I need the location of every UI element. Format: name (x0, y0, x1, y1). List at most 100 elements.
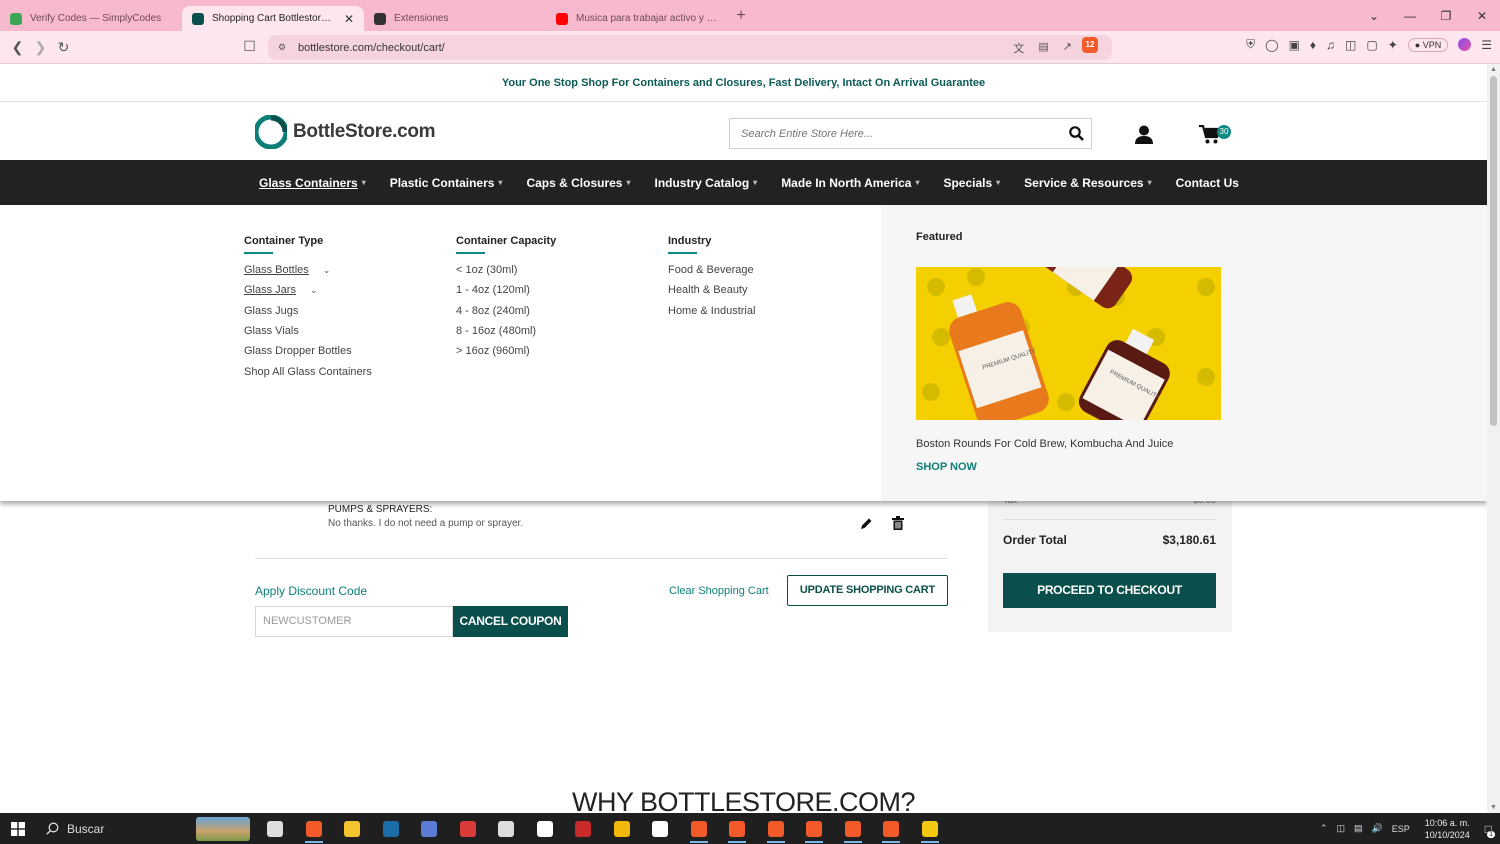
site-search[interactable] (729, 118, 1092, 149)
browser-tab[interactable]: Extensiones (364, 6, 546, 31)
search-icon[interactable] (1061, 126, 1091, 141)
site-logo[interactable]: BottleStore.com (253, 114, 436, 150)
brave-6-taskbar-icon[interactable] (834, 813, 873, 844)
mega-menu-link[interactable]: Health & Beauty (668, 280, 755, 300)
file-2-taskbar-icon[interactable] (641, 813, 680, 844)
menu-icon[interactable]: ☰ (1481, 38, 1492, 52)
mega-menu-link[interactable]: 1 - 4oz (120ml) (456, 280, 556, 300)
clock[interactable]: 10:06 a. m. 10/10/2024 (1425, 817, 1470, 841)
app-red-taskbar-icon[interactable] (564, 813, 603, 844)
network-icon[interactable]: ▤ (1354, 823, 1363, 834)
sidebar-icon[interactable]: ◫ (1345, 38, 1356, 52)
brave-3-taskbar-icon[interactable] (718, 813, 757, 844)
mega-menu-link[interactable]: Glass Jugs (244, 301, 372, 321)
browser-tab[interactable]: Verify Codes — SimplyCodes (0, 6, 182, 31)
tab-search-icon[interactable]: ⌄ (1356, 9, 1392, 23)
mega-menu-link[interactable]: Food & Beverage (668, 260, 755, 280)
mega-menu-link[interactable]: Home & Industrial (668, 301, 755, 321)
site-info-icon[interactable]: ⚙ (278, 42, 290, 53)
reload-icon[interactable]: ↻ (52, 39, 75, 56)
restore-button[interactable]: ❐ (1428, 9, 1464, 23)
brave-2-taskbar-icon[interactable] (680, 813, 719, 844)
reader-mode-icon[interactable]: ▤ (1038, 40, 1048, 56)
vpn-button[interactable]: ● VPN (1407, 37, 1449, 52)
music-icon[interactable]: ♫ (1326, 38, 1335, 52)
mega-menu-link[interactable]: 4 - 8oz (240ml) (456, 301, 556, 321)
translate-icon[interactable]: 文 (1013, 40, 1024, 56)
nav-item[interactable]: Made In North America ▾ (781, 176, 919, 190)
chevron-down-icon[interactable]: ⌄ (323, 260, 331, 280)
update-cart-button[interactable]: UPDATE SHOPPING CART (787, 575, 948, 606)
leo-ai-icon[interactable]: ✦ (1388, 38, 1398, 52)
brave-4-taskbar-icon[interactable] (757, 813, 796, 844)
puzzle-icon[interactable]: ♦ (1310, 38, 1316, 52)
task-view-taskbar-icon[interactable] (256, 813, 295, 844)
search-input[interactable] (741, 127, 1061, 140)
page-scrollbar[interactable]: ▲ ▼ (1487, 64, 1500, 813)
close-tab-icon[interactable]: ✕ (344, 12, 354, 26)
python-taskbar-icon[interactable] (911, 813, 950, 844)
browser-tab[interactable]: Shopping Cart Bottlestore.com ✕ (182, 6, 364, 31)
new-tab-button[interactable]: + (728, 7, 754, 25)
nav-item[interactable]: Service & Resources ▾ (1024, 176, 1151, 190)
mega-menu-link[interactable]: Glass Bottles ⌄ (244, 260, 372, 280)
mega-menu-link[interactable]: 8 - 16oz (480ml) (456, 321, 556, 341)
nav-item[interactable]: Contact Us (1176, 176, 1239, 190)
bookmark-icon[interactable]: ☐ (238, 38, 261, 55)
brave-5-taskbar-icon[interactable] (795, 813, 834, 844)
extension-circle-icon[interactable]: ◯ (1265, 38, 1278, 52)
steam-taskbar-icon[interactable] (372, 813, 411, 844)
proceed-to-checkout-button[interactable]: PROCEED TO CHECKOUT (1003, 573, 1216, 608)
volume-icon[interactable]: 🔊 (1371, 823, 1382, 834)
scroll-down-icon[interactable]: ▼ (1487, 804, 1500, 811)
close-window-button[interactable]: ✕ (1464, 9, 1500, 23)
scrollbar-thumb[interactable] (1490, 76, 1497, 426)
delete-item-icon[interactable] (892, 516, 904, 535)
account-icon[interactable] (1134, 125, 1154, 149)
wallet-icon[interactable]: ▢ (1366, 38, 1377, 52)
shield-extension-icon[interactable]: ⛨ (1246, 37, 1255, 52)
minimize-button[interactable]: — (1392, 9, 1428, 23)
mega-menu-link[interactable]: Glass Vials (244, 321, 372, 341)
tray-app-icon[interactable]: ◫ (1336, 823, 1345, 834)
forward-icon[interactable]: ❯ (29, 39, 52, 56)
mega-menu-link[interactable]: Shop All Glass Containers (244, 361, 372, 381)
app-red-circle-taskbar-icon[interactable] (449, 813, 488, 844)
tray-overflow-icon[interactable]: ⌃ (1320, 823, 1328, 834)
edit-item-icon[interactable] (860, 517, 873, 535)
file-explorer-taskbar-icon[interactable] (333, 813, 372, 844)
notifications-icon[interactable]: □ 1 (1485, 822, 1495, 838)
mega-menu-link[interactable]: Glass Jars ⌄ (244, 280, 372, 300)
back-icon[interactable]: ❮ (6, 39, 29, 56)
coupon-code-field[interactable]: NEWCUSTOMER (255, 606, 453, 637)
scroll-up-icon[interactable]: ▲ (1487, 66, 1500, 73)
featured-image[interactable]: PREMIUM QUALITY PREMIUM QUALITY (916, 267, 1221, 420)
nav-item[interactable]: Plastic Containers ▾ (390, 176, 503, 190)
nav-item[interactable]: Caps & Closures ▾ (526, 176, 630, 190)
mega-menu-link[interactable]: < 1oz (30ml) (456, 260, 556, 280)
brave-7-taskbar-icon[interactable] (872, 813, 911, 844)
nav-item[interactable]: Specials ▾ (943, 176, 1000, 190)
apply-discount-toggle[interactable]: Apply Discount Code (255, 584, 367, 598)
chevron-down-icon[interactable]: ⌄ (310, 280, 318, 300)
brave-taskbar-icon[interactable] (295, 813, 334, 844)
featured-caption[interactable]: Boston Rounds For Cold Brew, Kombucha An… (916, 438, 1173, 450)
address-bar[interactable]: ⚙ bottlestore.com/checkout/cart/ 文 ▤ ↗ (268, 35, 1112, 60)
start-button[interactable] (0, 821, 36, 836)
brave-shields-icon[interactable]: 12 (1082, 37, 1098, 53)
clear-cart-link[interactable]: Clear Shopping Cart (669, 585, 769, 597)
mega-menu-link[interactable]: > 16oz (960ml) (456, 341, 556, 361)
taskbar-search[interactable]: Buscar (36, 816, 256, 841)
mega-menu-link[interactable]: Glass Dropper Bottles (244, 341, 372, 361)
share-icon[interactable]: ↗ (1063, 40, 1072, 56)
nav-item[interactable]: Glass Containers ▾ (259, 176, 366, 190)
nav-item[interactable]: Industry Catalog ▾ (654, 176, 757, 190)
cancel-coupon-button[interactable]: CANCEL COUPON (453, 606, 568, 637)
extension-square-icon[interactable]: ▣ (1289, 38, 1300, 52)
language-indicator[interactable]: ESP (1392, 824, 1410, 834)
shop-now-link[interactable]: SHOP NOW (916, 461, 977, 473)
file-taskbar-icon[interactable] (526, 813, 565, 844)
profile-icon[interactable] (1458, 38, 1472, 51)
chrome-taskbar-icon[interactable] (603, 813, 642, 844)
app-circle-taskbar-icon[interactable] (487, 813, 526, 844)
